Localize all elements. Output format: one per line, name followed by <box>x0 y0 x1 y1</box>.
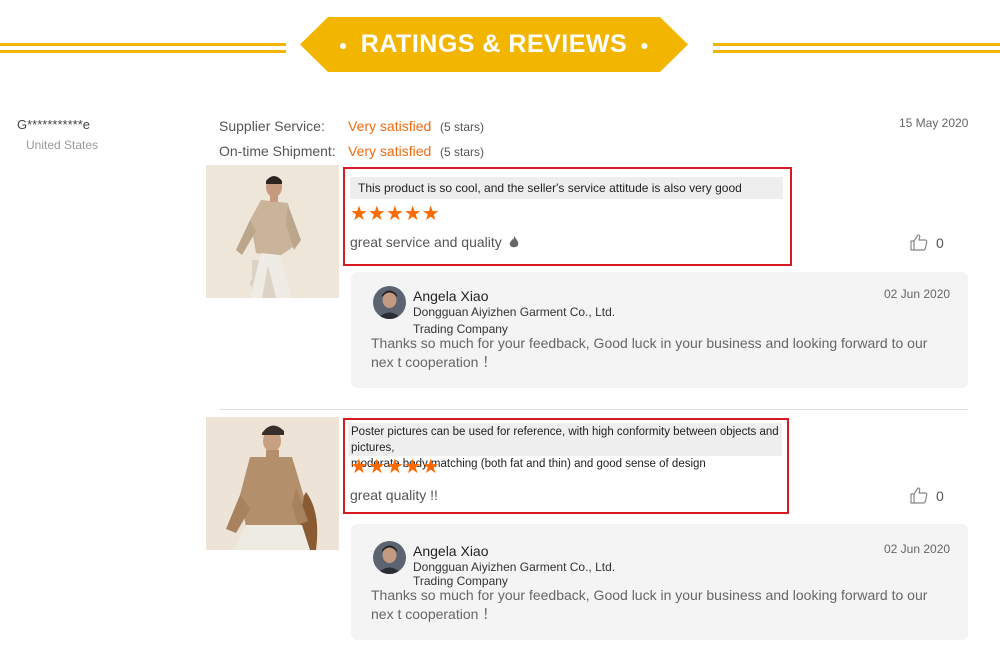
review-date: 15 May 2020 <box>899 116 969 130</box>
reviewer-name: G***********e <box>17 117 90 132</box>
review-stars-2: ★★★★★ <box>350 456 440 478</box>
review-stars-1: ★★★★★ <box>350 203 440 225</box>
supplier-service-label: Supplier Service: <box>219 118 325 134</box>
supplier-service-stars: (5 stars) <box>440 120 485 134</box>
banner-line-left-top <box>0 43 286 46</box>
like-count-2: 0 <box>936 487 944 504</box>
like-count-1: 0 <box>936 234 944 251</box>
avatar <box>373 286 406 319</box>
review-headline-2-line1: Poster pictures can be used for referenc… <box>351 426 779 454</box>
shipment-value: Very satisfied <box>348 143 432 159</box>
banner-line-right-bottom <box>713 50 1000 53</box>
review-headline-1: This product is so cool, and the seller'… <box>350 177 783 199</box>
section-title: ● RATINGS & REVIEWS ● <box>300 17 688 72</box>
review-divider <box>220 409 968 410</box>
banner-line-right-top <box>713 43 1000 46</box>
title-dot-right: ● <box>640 36 650 53</box>
review-comment-2: great quality !! <box>350 487 438 503</box>
banner-line-left-bottom <box>0 50 286 53</box>
reply-text: Thanks so much for your feedback, Good l… <box>371 335 928 370</box>
reply-company: Dongguan Aiyizhen Garment Co., Ltd. <box>413 560 616 574</box>
supplier-service-value: Very satisfied <box>348 118 432 134</box>
thumbs-up-icon <box>910 487 928 504</box>
review-headline-2: Poster pictures can be used for referenc… <box>348 423 782 470</box>
fire-icon <box>509 236 519 252</box>
reply-company: Dongguan Aiyizhen Garment Co., Ltd. <box>413 305 616 319</box>
section-title-text: RATINGS & REVIEWS <box>360 30 628 58</box>
like-button-1[interactable]: 0 <box>910 234 944 251</box>
reply-author-name: Angela Xiao <box>413 288 489 304</box>
shipment-stars: (5 stars) <box>440 145 485 159</box>
title-dot-left: ● <box>338 36 348 53</box>
avatar <box>373 541 406 574</box>
review-comment-1: great service and quality <box>350 234 519 252</box>
reply-date: 02 Jun 2020 <box>884 287 951 301</box>
reply-text: Thanks so much for your feedback, Good l… <box>371 587 928 622</box>
reviewer-country: United States <box>26 138 99 152</box>
reply-date: 02 Jun 2020 <box>884 542 951 556</box>
review-photo-1[interactable] <box>206 165 339 298</box>
reply-author-name: Angela Xiao <box>413 543 489 559</box>
review-photo-2[interactable] <box>206 417 339 550</box>
like-button-2[interactable]: 0 <box>910 487 944 504</box>
shipment-label: On-time Shipment: <box>219 143 336 159</box>
review-comment-text-1: great service and quality <box>350 234 502 250</box>
thumbs-up-icon <box>910 234 928 251</box>
